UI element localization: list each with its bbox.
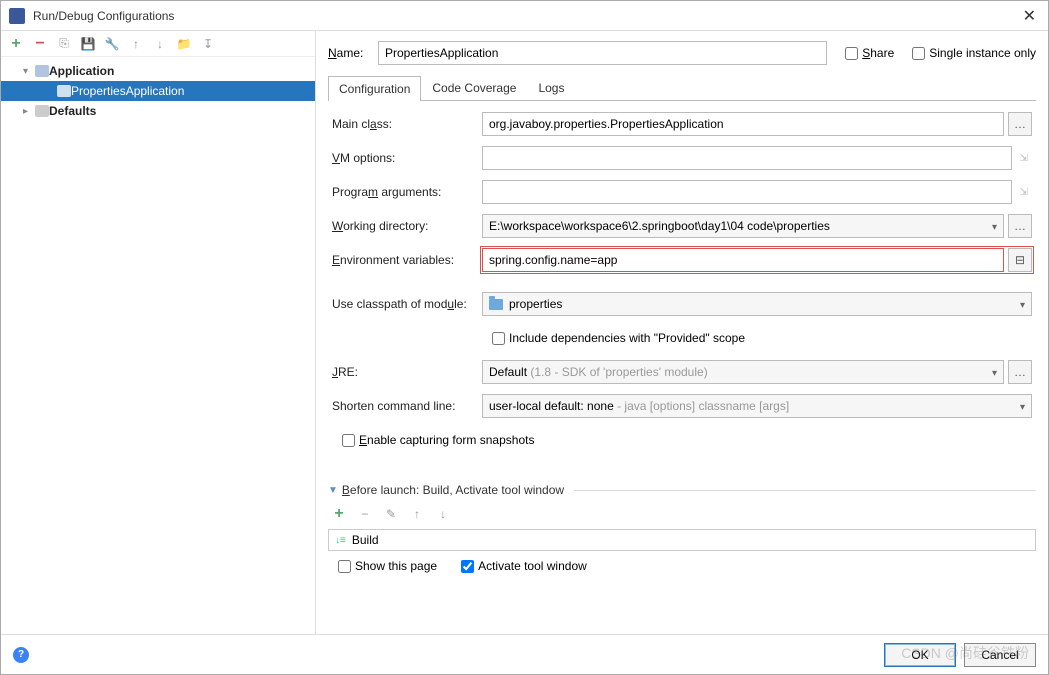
program-args-label: Program arguments: [332, 185, 482, 199]
tree-label: PropertiesApplication [71, 84, 184, 98]
collapse-triangle-icon[interactable]: ▼ [328, 485, 338, 496]
run-config-icon [57, 85, 71, 97]
tab-logs[interactable]: Logs [527, 75, 575, 100]
defaults-icon [35, 105, 49, 117]
tab-code-coverage[interactable]: Code Coverage [421, 75, 527, 100]
cancel-button[interactable]: Cancel [964, 643, 1036, 667]
jre-combo[interactable]: Default (1.8 - SDK of 'properties' modul… [482, 360, 1004, 384]
before-launch-list[interactable]: ↓≡ Build [328, 529, 1036, 551]
single-instance-checkbox[interactable]: Single instance only [912, 46, 1036, 60]
jre-value: Default [489, 365, 527, 379]
add-config-icon[interactable]: + [7, 35, 25, 53]
classpath-combo[interactable]: properties [482, 292, 1032, 316]
config-tree: ▾ Application PropertiesApplication ▸ De… [1, 57, 315, 634]
include-provided-checkbox[interactable]: Include dependencies with "Provided" sco… [492, 331, 745, 345]
bl-up-icon[interactable]: ↑ [408, 505, 426, 523]
window-title: Run/Debug Configurations [33, 9, 1019, 23]
vm-options-input[interactable] [482, 146, 1012, 170]
sort-icon[interactable]: ↧ [199, 35, 217, 53]
expand-args-icon[interactable]: ⇲ [1016, 187, 1032, 198]
module-icon [489, 299, 503, 310]
bl-add-icon[interactable]: + [330, 505, 348, 523]
config-form: Main class: … VM options: ⇲ Program argu… [328, 101, 1036, 469]
tree-toolbar: + − ⎘ 💾 🔧 ↑ ↓ 📁 ↧ [1, 31, 315, 57]
bl-edit-icon[interactable]: ✎ [382, 505, 400, 523]
shorten-combo[interactable]: user-local default: none - java [options… [482, 394, 1032, 418]
chevron-down-icon [992, 365, 997, 379]
classpath-value: properties [509, 297, 562, 311]
move-up-icon[interactable]: ↑ [127, 35, 145, 53]
env-vars-label: Environment variables: [332, 253, 482, 267]
expand-arrow-icon: ▸ [23, 106, 35, 117]
tree-label: Application [49, 64, 114, 78]
working-dir-value: E:\workspace\workspace6\2.springboot\day… [489, 219, 830, 233]
tree-node-application[interactable]: ▾ Application [1, 61, 315, 81]
vm-options-label: VM options: [332, 151, 482, 165]
expand-arrow-icon: ▾ [23, 66, 35, 77]
save-config-icon[interactable]: 💾 [79, 35, 97, 53]
build-task-icon: ↓≡ [335, 535, 346, 546]
browse-workdir-button[interactable]: … [1008, 214, 1032, 238]
expand-vm-icon[interactable]: ⇲ [1016, 153, 1032, 164]
shorten-value: user-local default: none [489, 399, 614, 413]
before-launch-title: Before launch: Build, Activate tool wind… [342, 483, 564, 497]
chevron-down-icon [992, 219, 997, 233]
build-task-label: Build [352, 533, 379, 547]
chevron-down-icon [1020, 297, 1025, 311]
ok-button[interactable]: OK [884, 643, 956, 667]
config-tabs: Configuration Code Coverage Logs [328, 75, 1036, 101]
chevron-down-icon [1020, 399, 1025, 413]
tree-label: Defaults [49, 104, 96, 118]
application-type-icon [35, 65, 49, 77]
settings-icon[interactable]: 🔧 [103, 35, 121, 53]
help-icon[interactable]: ? [13, 647, 29, 663]
main-class-input[interactable] [482, 112, 1004, 136]
activate-tool-window-checkbox[interactable]: Activate tool window [461, 559, 587, 573]
tree-node-properties-app[interactable]: PropertiesApplication [1, 81, 315, 101]
shorten-hint: - java [options] classname [args] [614, 399, 789, 413]
jre-hint: (1.8 - SDK of 'properties' module) [527, 365, 708, 379]
classpath-label: Use classpath of module: [332, 297, 482, 311]
close-icon[interactable]: ✕ [1019, 6, 1040, 26]
app-icon [9, 8, 25, 24]
env-vars-input[interactable] [482, 248, 1004, 272]
working-dir-combo[interactable]: E:\workspace\workspace6\2.springboot\day… [482, 214, 1004, 238]
left-panel: + − ⎘ 💾 🔧 ↑ ↓ 📁 ↧ ▾ Application Properti… [1, 31, 316, 634]
working-dir-label: Working directory: [332, 219, 482, 233]
edit-env-button[interactable]: ⊟ [1008, 248, 1032, 272]
tab-configuration[interactable]: Configuration [328, 76, 421, 101]
name-input[interactable] [378, 41, 827, 65]
program-args-input[interactable] [482, 180, 1012, 204]
bl-remove-icon[interactable]: − [356, 505, 374, 523]
enable-snapshots-checkbox[interactable]: Enable capturing form snapshots [342, 433, 534, 447]
browse-main-class-button[interactable]: … [1008, 112, 1032, 136]
right-panel: Name: Share Single instance only Configu… [316, 31, 1048, 634]
dialog-button-bar: ? OK Cancel [1, 634, 1048, 674]
bl-down-icon[interactable]: ↓ [434, 505, 452, 523]
jre-label: JRE: [332, 365, 482, 379]
browse-jre-button[interactable]: … [1008, 360, 1032, 384]
move-down-icon[interactable]: ↓ [151, 35, 169, 53]
before-launch-section: ▼ Before launch: Build, Activate tool wi… [328, 483, 1036, 573]
tree-node-defaults[interactable]: ▸ Defaults [1, 101, 315, 121]
folder-icon[interactable]: 📁 [175, 35, 193, 53]
main-class-label: Main class: [332, 117, 482, 131]
copy-config-icon[interactable]: ⎘ [55, 35, 73, 53]
show-this-page-checkbox[interactable]: Show this page [338, 559, 437, 573]
remove-config-icon[interactable]: − [31, 35, 49, 53]
shorten-label: Shorten command line: [332, 399, 482, 413]
name-label: Name: [328, 46, 370, 60]
share-checkbox[interactable]: Share [845, 46, 894, 60]
